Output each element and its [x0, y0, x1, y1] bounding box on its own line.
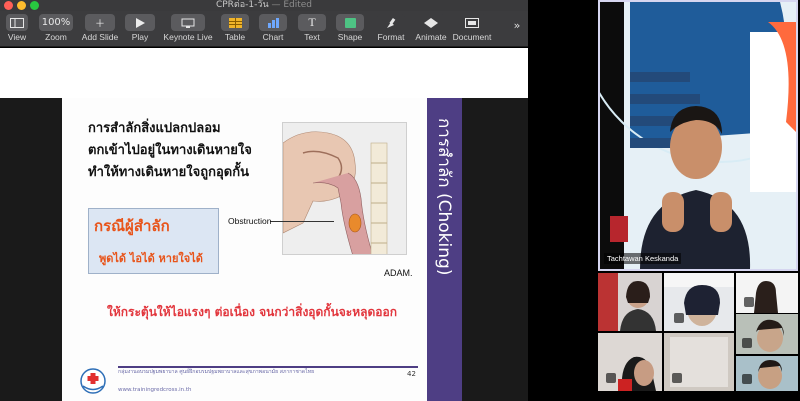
toolbar-overflow-button[interactable]: »	[510, 19, 524, 51]
adam-logo: ADAM.	[384, 268, 413, 278]
case-title: กรณีผู้สำลัก	[94, 217, 170, 235]
footer-url: www.trainingredcross.in.th	[118, 387, 192, 393]
active-speaker-video[interactable]: Tachtawan Keskanda	[598, 0, 798, 271]
keynote-live-label: Keynote Live	[163, 32, 213, 42]
text-label: Text	[304, 32, 320, 42]
participant-tile[interactable]	[664, 333, 734, 391]
keynote-live-button[interactable]: Keynote Live	[160, 14, 216, 46]
format-label: Format	[377, 32, 405, 42]
participant-tile[interactable]	[664, 273, 734, 331]
participant-tile[interactable]	[736, 273, 798, 313]
view-button[interactable]: View	[4, 14, 30, 46]
intro-line: การสำลักสิ่งแปลกปลอม	[88, 121, 221, 136]
muted-mic-icon	[606, 373, 616, 383]
chart-button[interactable]: Chart	[258, 14, 288, 46]
zoom-value: 100%	[39, 14, 73, 31]
slide-body: การสำลักสิ่งแปลกปลอม ตกเข้าไปอยู่ในทางเด…	[62, 98, 427, 401]
slide-canvas-top	[0, 48, 528, 98]
slide[interactable]: การสำลักสิ่งแปลกปลอม ตกเข้าไปอยู่ในทางเด…	[62, 98, 462, 401]
participant-tile[interactable]	[598, 333, 662, 391]
format-button[interactable]: Format	[374, 14, 408, 46]
add-slide-label: Add Slide	[81, 32, 119, 42]
animate-icon	[417, 14, 445, 31]
red-cross-logo	[78, 368, 108, 394]
shape-button[interactable]: Shape	[335, 14, 365, 46]
footer-organization: กลุ่มงานอบรมปฐมพยาบาล ศูนย์ฝึกอบรมปฐมพยา…	[118, 369, 315, 375]
play-label: Play	[131, 32, 149, 42]
animate-label: Animate	[415, 32, 447, 42]
view-label: View	[7, 32, 27, 42]
keynote-window: CPRต่อ-1-วัน — Edited View 100% Zoom ＋ A…	[0, 0, 528, 401]
intro-line: ตกเข้าไปอยู่ในทางเดินหายใจ	[88, 143, 252, 158]
slide-side-band: การสำลัก (Choking)	[427, 98, 462, 401]
slide-side-title: การสำลัก (Choking)	[434, 118, 454, 276]
airway-anatomy-image	[282, 122, 407, 255]
obstruction-label: Obstruction	[228, 216, 272, 226]
chart-label: Chart	[262, 32, 284, 42]
chart-icon	[259, 14, 287, 31]
participant-tile[interactable]	[736, 314, 798, 354]
play-button[interactable]: Play	[124, 14, 156, 46]
muted-mic-icon	[674, 313, 684, 323]
paintbrush-icon	[377, 14, 405, 31]
text-icon: T	[298, 14, 326, 31]
muted-mic-icon	[672, 373, 682, 383]
table-icon	[221, 14, 249, 31]
speaker-name-label: Tachtawan Keskanda	[604, 253, 682, 264]
sidebar-icon	[6, 14, 28, 31]
shape-label: Shape	[337, 32, 363, 42]
muted-mic-icon	[744, 297, 754, 307]
participant-video	[736, 273, 798, 313]
muted-mic-icon	[742, 338, 752, 348]
document-icon	[458, 14, 486, 31]
zoom-select[interactable]: 100% Zoom	[38, 14, 74, 46]
animate-button[interactable]: Animate	[412, 14, 450, 46]
text-button[interactable]: T Text	[297, 14, 327, 46]
intro-text: การสำลักสิ่งแปลกปลอม ตกเข้าไปอยู่ในทางเด…	[88, 118, 288, 184]
speaker-video-image	[600, 2, 796, 269]
advice-text: ให้กระตุ้นให้ไอแรงๆ ต่อเนื่อง จนกว่าสิ่ง…	[107, 305, 397, 319]
case-box: กรณีผู้สำลัก พูดได้ ไอได้ หายใจได้	[88, 208, 219, 274]
title-bar: CPRต่อ-1-วัน — Edited	[0, 0, 528, 11]
document-name: CPRต่อ-1-วัน	[215, 0, 269, 10]
table-button[interactable]: Table	[220, 14, 250, 46]
zoom-label: Zoom	[45, 32, 67, 42]
plus-icon: ＋	[85, 14, 115, 31]
document-button[interactable]: Document	[452, 14, 492, 46]
participant-video	[736, 314, 798, 354]
intro-line: ทำให้ทางเดินหายใจถูกอุดกั้น	[88, 165, 249, 180]
document-label: Document	[452, 32, 492, 42]
play-icon	[125, 14, 155, 31]
window-title: CPRต่อ-1-วัน — Edited	[0, 0, 528, 11]
keynote-live-icon	[171, 14, 205, 31]
shape-icon	[336, 14, 364, 31]
muted-mic-icon	[742, 374, 752, 384]
case-subtitle: พูดได้ ไอได้ หายใจได้	[99, 252, 203, 265]
toolbar: View 100% Zoom ＋ Add Slide Play Keynote …	[0, 11, 528, 47]
table-label: Table	[224, 32, 246, 42]
slide-page-number: 42	[407, 370, 416, 378]
add-slide-button[interactable]: ＋ Add Slide	[80, 14, 120, 46]
obstruction-pointer-line	[270, 221, 334, 222]
edited-status: — Edited	[271, 0, 313, 10]
participant-video	[598, 273, 662, 331]
participant-tile[interactable]	[598, 273, 662, 331]
participant-tile[interactable]	[736, 356, 798, 391]
